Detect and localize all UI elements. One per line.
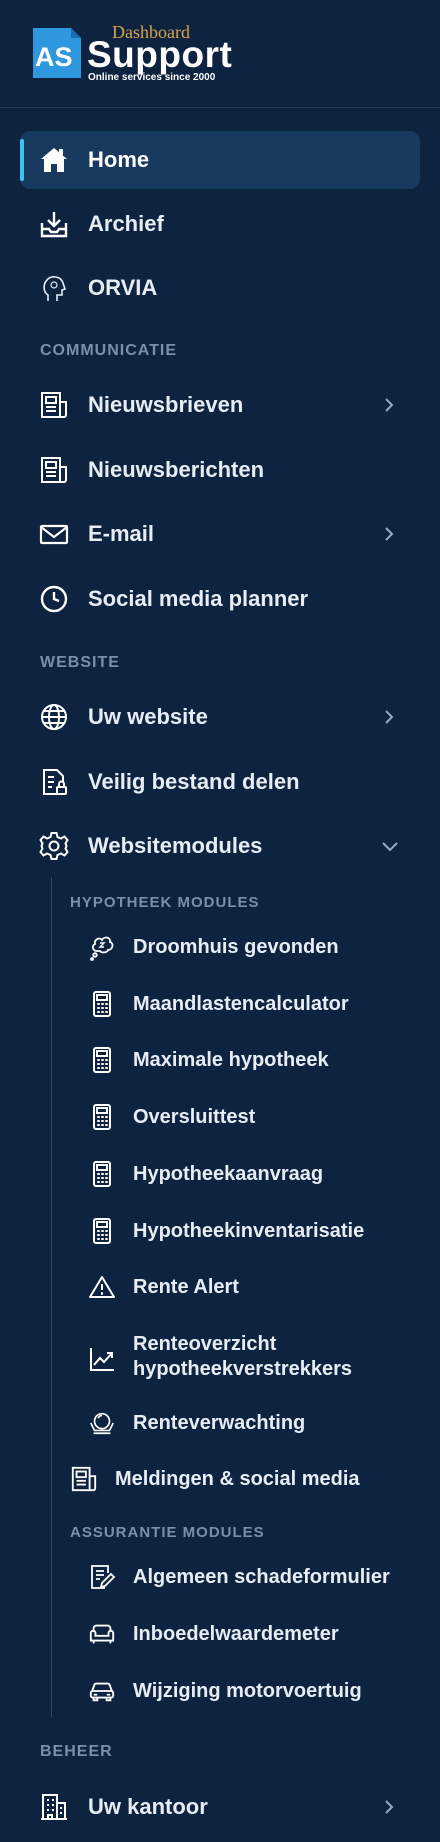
calculator-icon xyxy=(88,1103,116,1131)
gear-icon xyxy=(38,830,70,862)
globe-icon xyxy=(38,701,70,733)
subsection-hypotheek-modules: HYPOTHEEK MODULES xyxy=(70,894,260,911)
calculator-icon xyxy=(88,1160,116,1188)
nav-item-archief[interactable]: Archief xyxy=(20,195,420,253)
subnav-item-label: Wijziging motorvoertuig xyxy=(133,1679,362,1702)
subnav-item-droomhuis-gevonden[interactable]: Droomhuis gevonden xyxy=(80,923,420,971)
submenu-tree-line xyxy=(51,877,52,1717)
nav-item-nieuwsberichten[interactable]: Nieuwsberichten xyxy=(20,441,420,499)
nav-item-email[interactable]: E-mail xyxy=(20,505,420,563)
subnav-item-label-line1: Renteoverzicht xyxy=(133,1333,277,1355)
logo-icon[interactable]: AS xyxy=(31,26,83,80)
head-profile-icon xyxy=(38,272,70,304)
subnav-item-label: Oversluittest xyxy=(133,1105,256,1128)
subnav-item-label-line2: hypotheekverstrekkers xyxy=(133,1358,353,1380)
home-icon xyxy=(38,144,70,176)
subnav-item-renteoverzicht-hypotheekverstrekkers[interactable]: Renteoverzicht hypotheekverstrekkers xyxy=(80,1330,420,1388)
section-beheer: BEHEER xyxy=(40,1743,113,1760)
subnav-item-label: Hypotheekinventarisatie xyxy=(133,1219,365,1242)
nav-item-label: ORVIA xyxy=(88,275,158,300)
section-website: WEBSITE xyxy=(40,654,120,671)
active-indicator xyxy=(20,139,24,181)
subnav-item-hypotheekaanvraag[interactable]: Hypotheekaanvraag xyxy=(80,1150,420,1198)
newspaper-icon xyxy=(38,454,70,486)
nav-item-uw-website[interactable]: Uw website xyxy=(20,688,420,746)
chevron-right-icon xyxy=(382,1800,396,1814)
nav-item-social-media-planner[interactable]: Social media planner xyxy=(20,570,420,628)
sidebar-header: AS Dashboard Support Online services sin… xyxy=(0,0,440,108)
nav-item-label: Uw kantoor xyxy=(88,1794,208,1819)
subnav-item-label: Meldingen & social media xyxy=(115,1467,360,1490)
subnav-item-label: Maximale hypotheek xyxy=(133,1048,329,1071)
subnav-item-label: Algemeen schadeformulier xyxy=(133,1565,390,1588)
chevron-right-icon xyxy=(382,710,396,724)
subnav-item-maandlastencalculator[interactable]: Maandlastencalculator xyxy=(80,980,420,1028)
logo-initials: AS xyxy=(35,42,73,72)
subnav-item-algemeen-schadeformulier[interactable]: Algemeen schadeformulier xyxy=(80,1553,420,1601)
thought-bubble-icon xyxy=(88,933,116,961)
nav-item-label: Nieuwsbrieven xyxy=(88,392,244,417)
nav-item-label: Websitemodules xyxy=(88,833,263,858)
logo-brand-name: Support xyxy=(87,34,233,75)
crystal-ball-icon xyxy=(88,1409,116,1437)
subnav-item-label: Rente Alert xyxy=(133,1275,239,1298)
subnav-item-oversluittest[interactable]: Oversluittest xyxy=(80,1093,420,1141)
nav-item-label: Nieuwsberichten xyxy=(88,457,265,482)
car-icon xyxy=(88,1677,116,1705)
subnav-item-meldingen-social-media[interactable]: Meldingen & social media xyxy=(62,1455,420,1503)
subnav-item-label: Hypotheekaanvraag xyxy=(133,1162,324,1185)
calculator-icon xyxy=(88,990,116,1018)
subnav-item-hypotheekinventarisatie[interactable]: Hypotheekinventarisatie xyxy=(80,1207,420,1255)
form-edit-icon xyxy=(88,1563,116,1591)
subnav-item-wijziging-motorvoertuig[interactable]: Wijziging motorvoertuig xyxy=(80,1667,420,1715)
secure-file-icon xyxy=(38,766,70,798)
chevron-right-icon xyxy=(382,398,396,412)
trend-chart-icon xyxy=(88,1345,116,1373)
clock-icon xyxy=(38,583,70,615)
nav-item-websitemodules[interactable]: Websitemodules xyxy=(20,817,420,875)
nav-item-label: Archief xyxy=(88,211,164,236)
subnav-item-label: Renteverwachting xyxy=(133,1411,306,1434)
nav-item-label: Social media planner xyxy=(88,586,309,611)
nav-item-home[interactable]: Home xyxy=(20,131,420,189)
nav-item-nieuwsbrieven[interactable]: Nieuwsbrieven xyxy=(20,376,420,434)
logo-tagline: Online services since 2000 xyxy=(88,72,216,83)
newspaper-icon xyxy=(70,1465,98,1493)
sofa-icon xyxy=(88,1620,116,1648)
building-icon xyxy=(38,1791,70,1823)
nav-item-label: Veilig bestand delen xyxy=(88,769,300,794)
chevron-down-icon xyxy=(382,839,398,853)
nav-item-uw-kantoor[interactable]: Uw kantoor xyxy=(20,1778,420,1836)
subnav-item-rente-alert[interactable]: Rente Alert xyxy=(80,1263,420,1311)
nav-item-label: Uw website xyxy=(88,704,208,729)
subnav-item-maximale-hypotheek[interactable]: Maximale hypotheek xyxy=(80,1036,420,1084)
nav-item-label: E-mail xyxy=(88,521,155,546)
calculator-icon xyxy=(88,1046,116,1074)
calculator-icon xyxy=(88,1217,116,1245)
subnav-item-label: Renteoverzicht hypotheekverstrekkers xyxy=(133,1332,352,1382)
envelope-icon xyxy=(38,518,70,550)
subnav-item-inboedelwaardemeter[interactable]: Inboedelwaardemeter xyxy=(80,1610,420,1658)
subnav-item-label: Maandlastencalculator xyxy=(133,992,349,1015)
warning-icon xyxy=(88,1273,116,1301)
section-communicatie: COMMUNICATIE xyxy=(40,342,178,359)
subnav-item-label: Droomhuis gevonden xyxy=(133,935,339,958)
chevron-right-icon xyxy=(382,527,396,541)
inbox-download-icon xyxy=(38,208,70,240)
newspaper-icon xyxy=(38,389,70,421)
subsection-assurantie-modules: ASSURANTIE MODULES xyxy=(70,1524,265,1541)
nav-item-label: Home xyxy=(88,147,150,172)
nav-item-veilig-bestand-delen[interactable]: Veilig bestand delen xyxy=(20,753,420,811)
subnav-item-label: Inboedelwaardemeter xyxy=(133,1622,339,1645)
subnav-item-renteverwachting[interactable]: Renteverwachting xyxy=(80,1399,420,1447)
nav-item-orvia[interactable]: ORVIA xyxy=(20,259,420,317)
